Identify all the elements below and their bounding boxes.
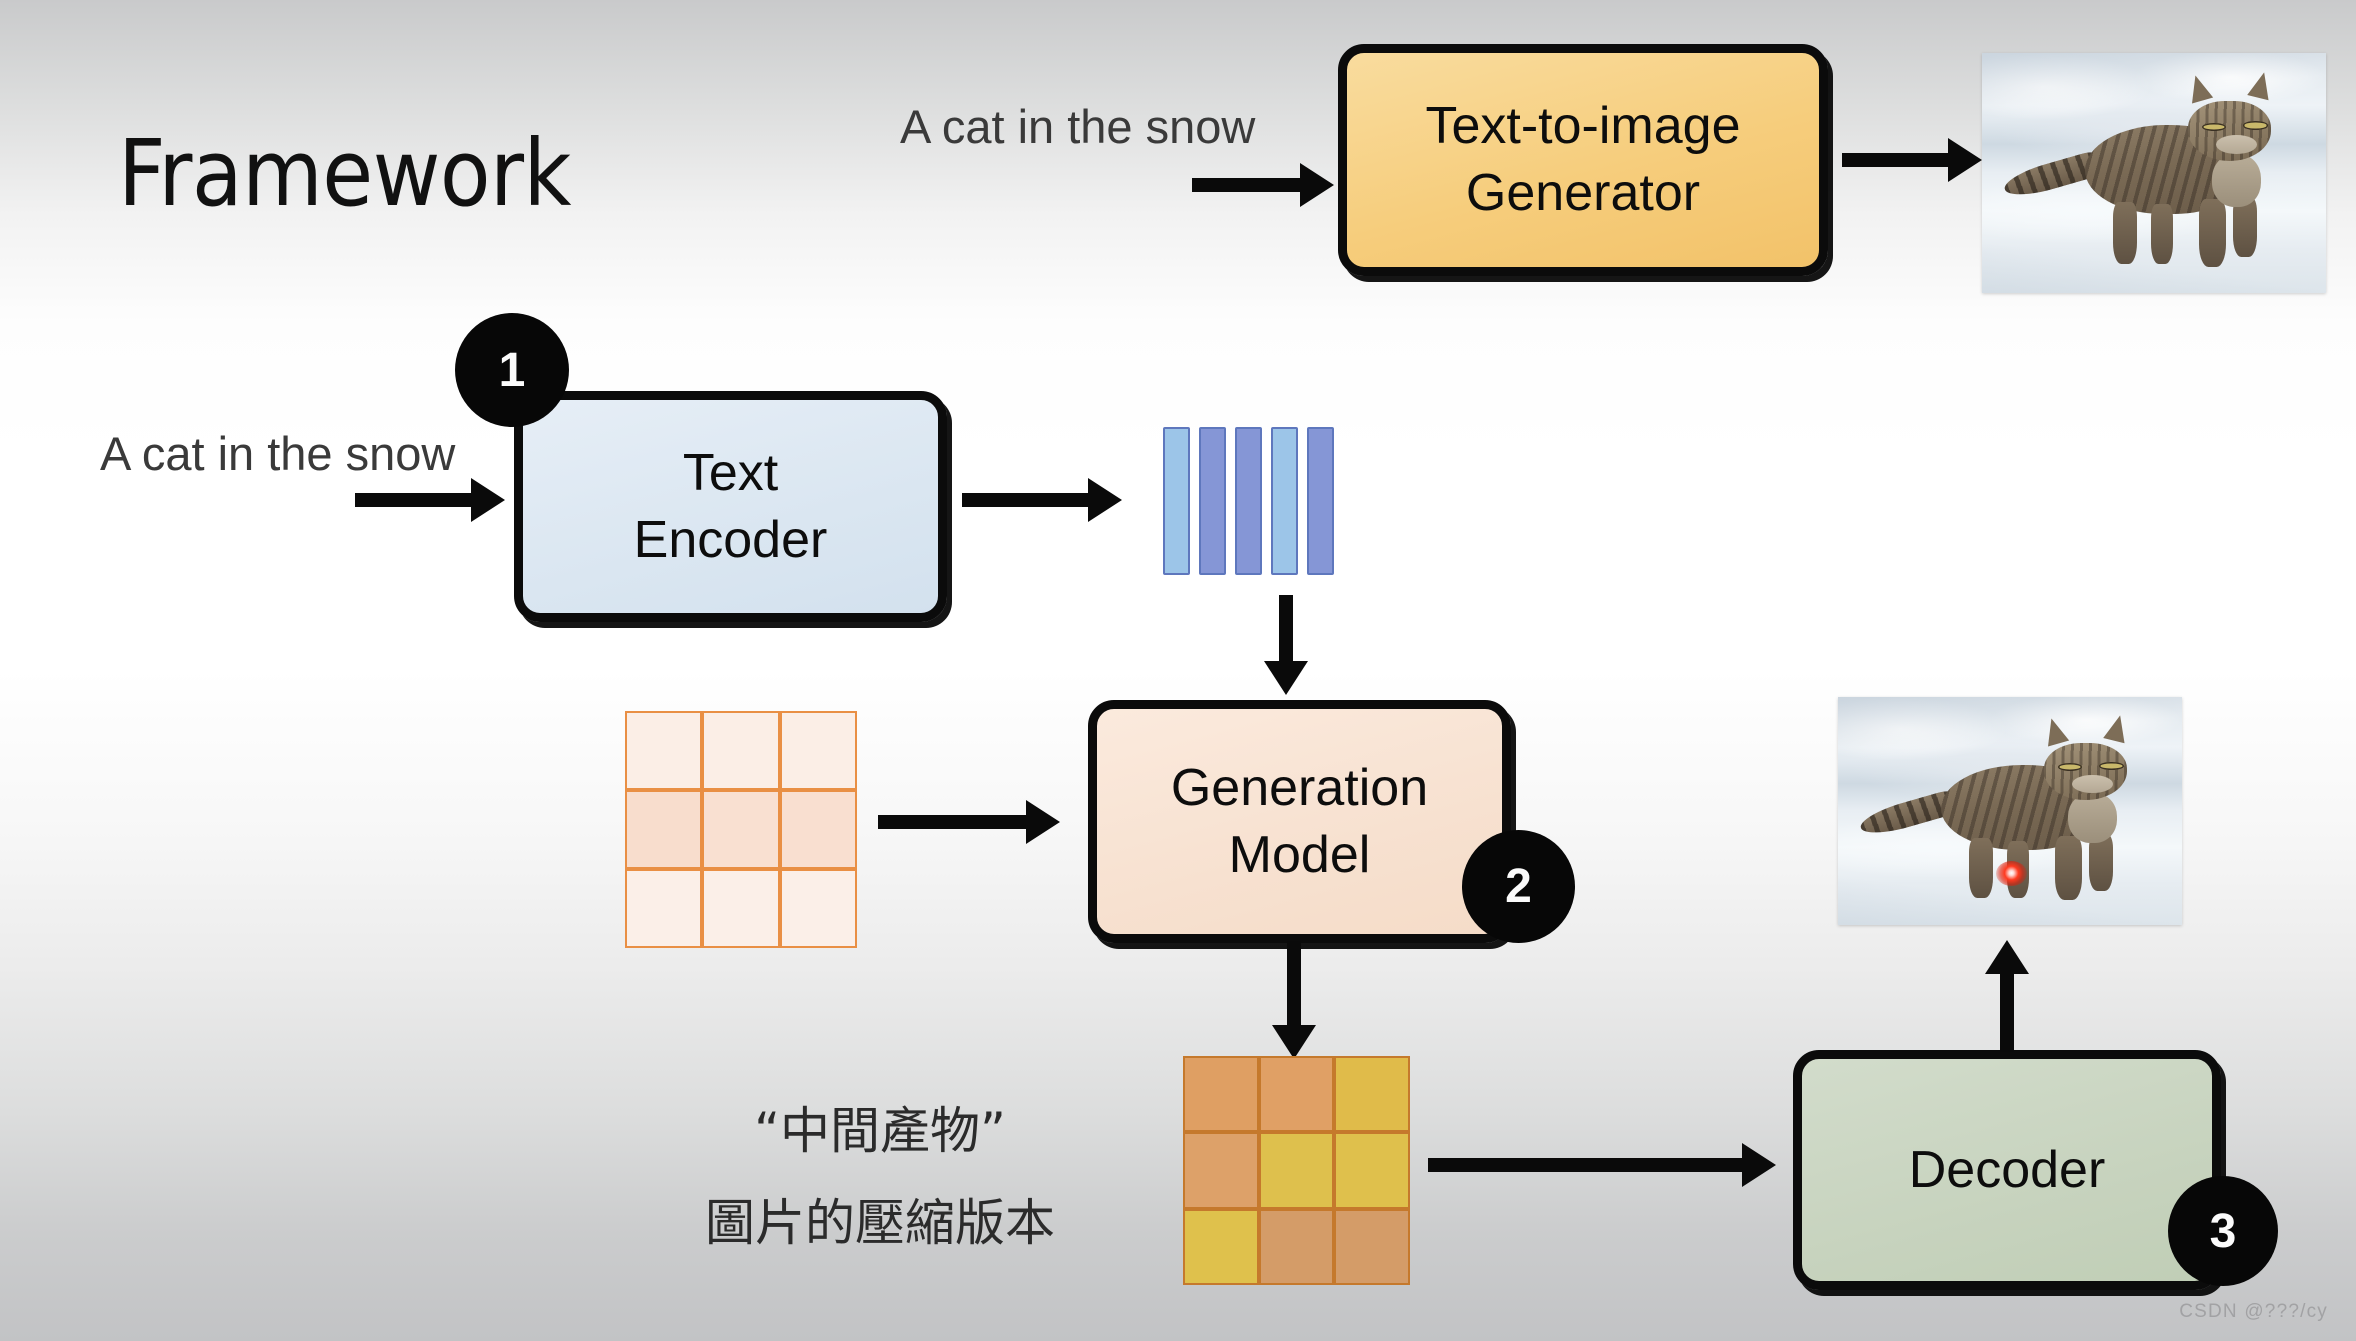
noise-input-grid	[625, 711, 857, 948]
decoded-cat-photo	[1838, 697, 2182, 925]
text-to-image-generator-label: Text-to-image Generator	[1425, 97, 1741, 222]
page-title: Framework	[118, 120, 571, 227]
text-to-image-generator-box[interactable]: Text-to-image Generator	[1338, 44, 1828, 276]
grid-cell	[625, 869, 703, 948]
grid-cell	[1183, 1056, 1259, 1133]
arrow-prompt-to-generator	[1192, 163, 1334, 207]
decoder-box[interactable]: Decoder	[1793, 1050, 2221, 1290]
arrow-decoder-to-decoded-photo	[1985, 940, 2029, 1052]
arrow-encoder-to-tokens	[962, 478, 1122, 522]
generation-model-label: Generation Model	[1170, 758, 1429, 884]
watermark-text: CSDN @???/cy	[2179, 1301, 2328, 1322]
token-bar	[1235, 427, 1262, 575]
step-badge-1: 1	[455, 313, 569, 427]
grid-cell	[702, 790, 780, 869]
grid-cell	[625, 790, 703, 869]
grid-cell	[1334, 1056, 1410, 1133]
text-encoder-box[interactable]: Text Encoder	[514, 391, 947, 622]
arrow-prompt-to-text-encoder	[355, 478, 505, 522]
cat-illustration	[1982, 53, 2326, 293]
step-badge-2: 2	[1462, 830, 1575, 943]
grid-cell	[702, 711, 780, 790]
top-prompt-text: A cat in the snow	[900, 100, 1256, 153]
arrow-generation-model-to-latent	[1272, 941, 1316, 1059]
grid-cell	[779, 790, 857, 869]
grid-cell	[1183, 1132, 1259, 1209]
cat-illustration	[1838, 697, 2182, 925]
grid-cell	[625, 711, 703, 790]
token-bar	[1199, 427, 1226, 575]
generated-cat-photo	[1982, 53, 2326, 293]
latent-caption-line-1: “中間產物”	[754, 1102, 1006, 1160]
token-bar	[1271, 427, 1298, 575]
grid-cell	[1258, 1056, 1335, 1133]
text-encoder-label: Text Encoder	[633, 443, 828, 569]
latent-representation-grid	[1183, 1056, 1410, 1285]
grid-cell	[1258, 1208, 1335, 1285]
grid-cell	[1258, 1132, 1335, 1209]
arrow-tokens-to-generation-model	[1264, 595, 1308, 695]
arrow-latent-to-decoder	[1428, 1143, 1776, 1187]
text-embedding-tokens	[1163, 427, 1334, 575]
latent-caption-line-2: 圖片的壓縮版本	[705, 1194, 1055, 1252]
slide-canvas: Framework A cat in the snow Text-to-imag…	[0, 0, 2356, 1341]
decoder-label: Decoder	[1908, 1140, 2106, 1199]
token-bar	[1307, 427, 1334, 575]
grid-cell	[1334, 1132, 1410, 1209]
arrow-noise-to-generation-model	[878, 800, 1060, 844]
grid-cell	[702, 869, 780, 948]
grid-cell	[779, 869, 857, 948]
pipeline-prompt-text: A cat in the snow	[100, 427, 456, 480]
grid-cell	[1183, 1208, 1259, 1285]
grid-cell	[1334, 1208, 1410, 1285]
generation-model-box[interactable]: Generation Model	[1088, 700, 1511, 943]
arrow-generator-to-photo	[1842, 138, 1982, 182]
grid-cell	[779, 711, 857, 790]
step-badge-3: 3	[2168, 1176, 2278, 1286]
token-bar	[1163, 427, 1190, 575]
